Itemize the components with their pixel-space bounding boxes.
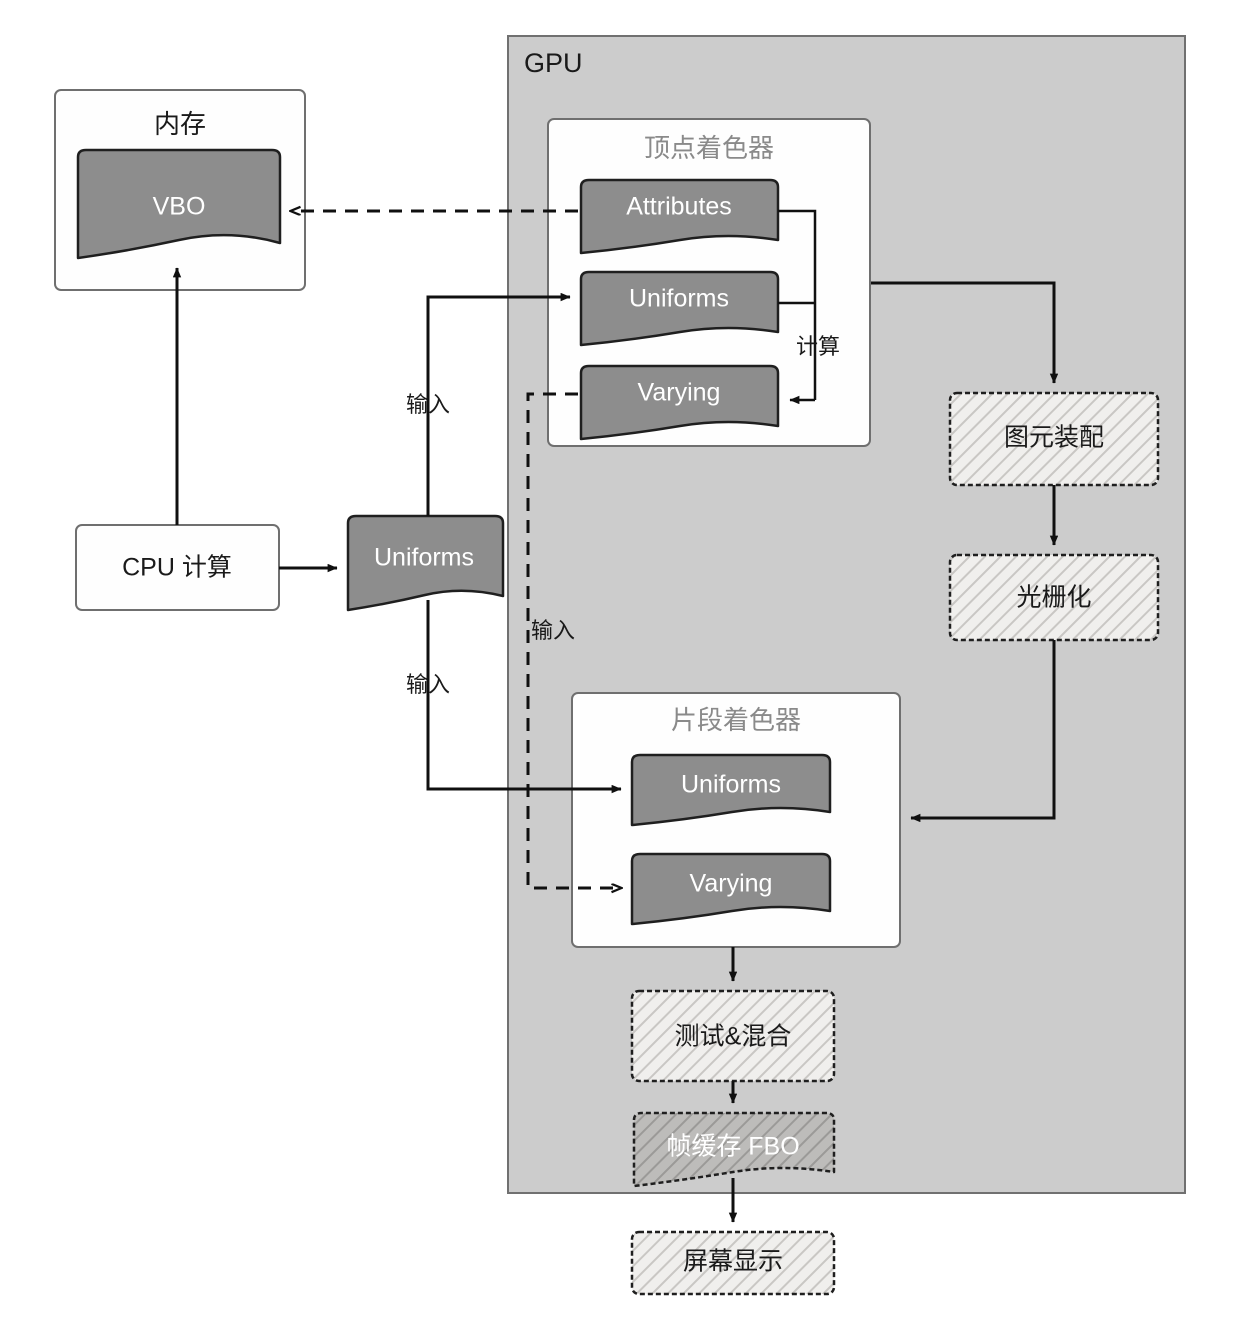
primitive-assembly-label: 图元装配 <box>1004 424 1104 452</box>
gpu-pipeline-diagram: GPU 内存 VBO CPU 计算 Uniforms 顶点着色器 Attribu… <box>0 0 1254 1322</box>
memory-title: 内存 <box>154 109 206 139</box>
gpu-label: GPU <box>524 48 583 78</box>
screen-display-label: 屏幕显示 <box>683 1248 783 1276</box>
framebuffer-label: 帧缓存 FBO <box>666 1133 799 1161</box>
vs-uniforms-label: Uniforms <box>629 285 729 313</box>
fragment-shader-title: 片段着色器 <box>671 705 801 735</box>
fs-varying-label: Varying <box>690 870 773 898</box>
diagram-canvas: GPU 内存 VBO CPU 计算 Uniforms 顶点着色器 Attribu… <box>54 35 1186 1296</box>
rasterization-label: 光栅化 <box>1016 584 1091 612</box>
vbo-label: VBO <box>153 193 206 221</box>
fs-uniforms-label: Uniforms <box>681 771 781 799</box>
input-label-vs-uniform: 输入 <box>406 392 450 417</box>
input-label-fs-uniform: 输入 <box>406 672 450 697</box>
compute-label: 计算 <box>796 334 840 359</box>
vs-varying-label: Varying <box>638 379 721 407</box>
vs-attributes-label: Attributes <box>626 193 732 221</box>
vertex-shader-title: 顶点着色器 <box>644 133 774 163</box>
uniforms-cpu-label: Uniforms <box>374 544 474 572</box>
cpu-label: CPU 计算 <box>122 554 232 582</box>
test-blend-label: 测试&混合 <box>675 1023 792 1051</box>
input-label-varying: 输入 <box>531 618 575 643</box>
